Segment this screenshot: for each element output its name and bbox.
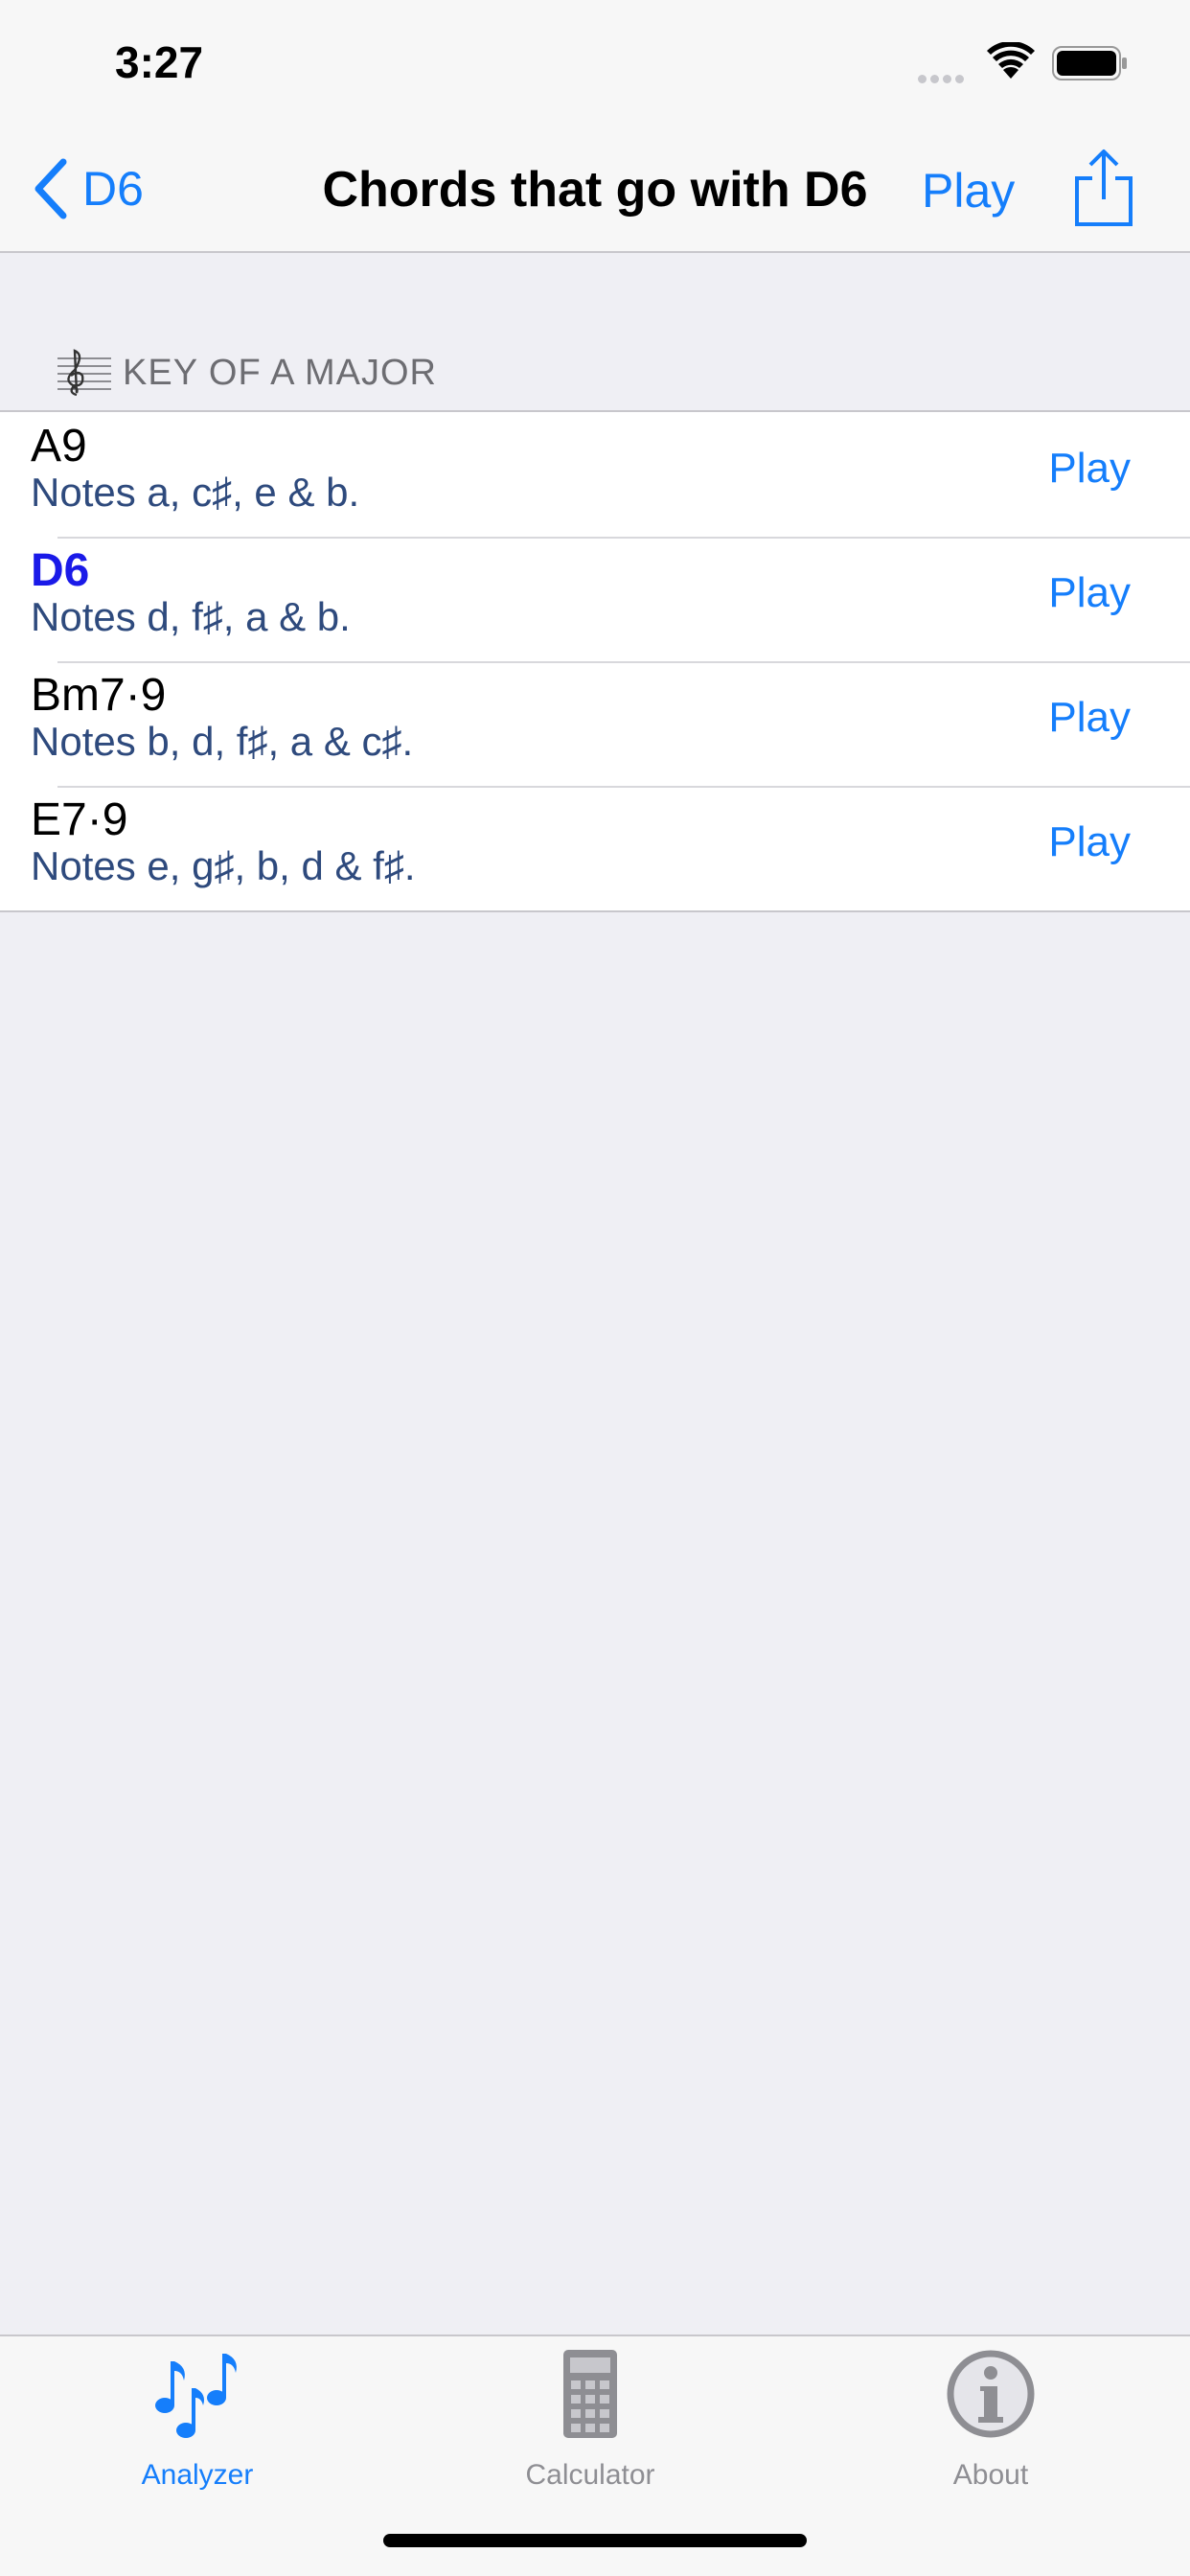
chevron-left-icon — [34, 158, 67, 219]
page-title: Chords that go with D6 — [322, 162, 868, 218]
cellular-signal-icon — [918, 71, 968, 88]
share-icon[interactable] — [1073, 148, 1134, 228]
chord-notes: Notes d, f♯, a & b. — [31, 594, 351, 639]
play-chord-button[interactable]: Play — [1048, 818, 1131, 866]
chord-notes: Notes e, g♯, b, d & f♯. — [31, 843, 416, 888]
chord-notes: Notes b, d, f♯, a & c♯. — [31, 719, 414, 764]
status-bar: 3:27 — [0, 0, 1190, 126]
status-time: 3:27 — [115, 37, 204, 87]
wifi-icon — [987, 42, 1035, 79]
chord-row-d6[interactable]: D6 Notes d, f♯, a & b. Play — [0, 537, 1190, 661]
calculator-icon — [563, 2350, 617, 2438]
home-indicator — [383, 2534, 807, 2547]
chord-row-bm7-9[interactable]: Bm7·9 Notes b, d, f♯, a & c♯. Play — [0, 661, 1190, 786]
chord-name: Bm7·9 — [31, 670, 167, 721]
chord-list: A9 Notes a, c♯, e & b. Play D6 Notes d, … — [0, 410, 1190, 912]
tab-analyzer[interactable]: Analyzer — [54, 2336, 341, 2499]
treble-clef-icon — [57, 349, 111, 397]
navigation-bar: D6 Chords that go with D6 Play — [0, 126, 1190, 253]
play-chord-button[interactable]: Play — [1048, 694, 1131, 742]
chord-name-current: D6 — [31, 545, 90, 596]
section-header: KEY OF A MAJOR — [0, 343, 1190, 410]
music-notes-icon — [155, 2354, 237, 2438]
chord-notes: Notes a, c♯, e & b. — [31, 470, 360, 515]
tab-about[interactable]: About — [847, 2336, 1134, 2499]
tab-calculator[interactable]: Calculator — [446, 2336, 734, 2499]
tab-label: About — [952, 2459, 1029, 2491]
back-button[interactable]: D6 — [33, 155, 144, 222]
chord-name: E7·9 — [31, 794, 128, 845]
back-button-label: D6 — [82, 162, 144, 216]
tab-label: Analyzer — [141, 2459, 254, 2491]
play-chord-button[interactable]: Play — [1048, 445, 1131, 493]
play-chord-button[interactable]: Play — [1048, 569, 1131, 617]
tab-label: Calculator — [525, 2459, 655, 2491]
chord-row-e7-9[interactable]: E7·9 Notes e, g♯, b, d & f♯. Play — [0, 786, 1190, 910]
section-label: KEY OF A MAJOR — [123, 353, 437, 393]
chord-name: A9 — [31, 421, 87, 472]
info-icon — [947, 2350, 1035, 2438]
play-all-button[interactable]: Play — [922, 163, 1015, 218]
battery-icon — [1052, 46, 1127, 80]
chord-row-a9[interactable]: A9 Notes a, c♯, e & b. Play — [0, 412, 1190, 537]
